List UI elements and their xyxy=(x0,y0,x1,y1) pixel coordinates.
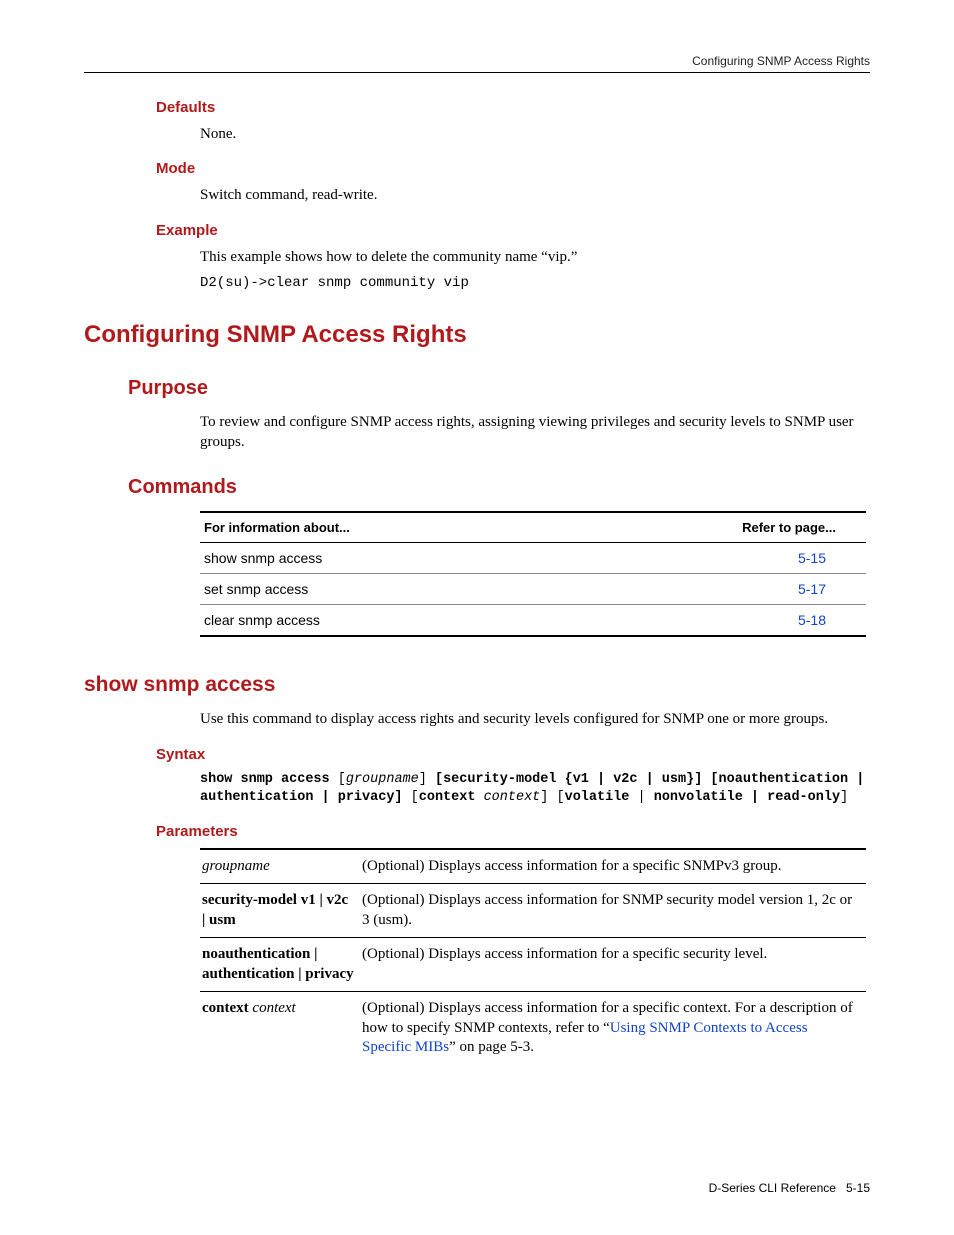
table-row: clear snmp access 5-18 xyxy=(200,605,866,637)
param-desc: (Optional) Displays access information f… xyxy=(360,938,866,992)
param-desc: (Optional) Displays access information f… xyxy=(360,992,866,1065)
page-footer: D-Series CLI Reference 5-15 xyxy=(709,1181,870,1195)
param-desc: (Optional) Displays access information f… xyxy=(360,884,866,938)
example-intro: This example shows how to delete the com… xyxy=(200,247,870,267)
table-row: show snmp access 5-15 xyxy=(200,543,866,574)
param-name: groupname xyxy=(202,858,270,874)
col-page: Refer to page... xyxy=(564,512,866,543)
heading-parameters: Parameters xyxy=(156,823,870,840)
parameters-table: groupname (Optional) Displays access inf… xyxy=(200,848,866,1065)
defaults-body: None. xyxy=(200,124,870,144)
param-name-bold: context xyxy=(202,1000,252,1016)
param-name-italic: context xyxy=(252,1000,295,1016)
page-link[interactable]: 5-15 xyxy=(798,550,826,566)
example-code: D2(su)->clear snmp community vip xyxy=(200,275,870,291)
commands-table: For information about... Refer to page..… xyxy=(200,511,866,637)
footer-page: 5-15 xyxy=(846,1181,870,1195)
heading-commands: Commands xyxy=(128,476,870,499)
cmd-name: set snmp access xyxy=(200,574,564,605)
param-desc: (Optional) Displays access information f… xyxy=(360,849,866,884)
table-header-row: For information about... Refer to page..… xyxy=(200,512,866,543)
purpose-body: To review and configure SNMP access righ… xyxy=(200,412,870,453)
footer-book: D-Series CLI Reference xyxy=(709,1181,836,1195)
page-link[interactable]: 5-18 xyxy=(798,612,826,628)
heading-syntax: Syntax xyxy=(156,746,870,763)
syntax-text: show snmp access [groupname] [security-m… xyxy=(200,771,870,807)
heading-main: Configuring SNMP Access Rights xyxy=(84,321,870,349)
col-info: For information about... xyxy=(200,512,564,543)
table-row: context context (Optional) Displays acce… xyxy=(200,992,866,1065)
header-rule xyxy=(84,72,870,73)
param-name: noauthentication | authentication | priv… xyxy=(202,946,354,982)
heading-show-snmp-access: show snmp access xyxy=(84,673,870,697)
mode-body: Switch command, read-write. xyxy=(200,185,870,205)
table-row: groupname (Optional) Displays access inf… xyxy=(200,849,866,884)
param-name: security-model v1 | v2c | usm xyxy=(202,892,348,928)
heading-defaults: Defaults xyxy=(156,99,870,116)
show-cmd-intro: Use this command to display access right… xyxy=(200,709,870,729)
table-row: noauthentication | authentication | priv… xyxy=(200,938,866,992)
table-row: security-model v1 | v2c | usm (Optional)… xyxy=(200,884,866,938)
running-header: Configuring SNMP Access Rights xyxy=(84,54,870,68)
heading-mode: Mode xyxy=(156,160,870,177)
heading-purpose: Purpose xyxy=(128,377,870,400)
cmd-name: clear snmp access xyxy=(200,605,564,637)
table-row: set snmp access 5-17 xyxy=(200,574,866,605)
page-link[interactable]: 5-17 xyxy=(798,581,826,597)
heading-example: Example xyxy=(156,222,870,239)
cmd-name: show snmp access xyxy=(200,543,564,574)
